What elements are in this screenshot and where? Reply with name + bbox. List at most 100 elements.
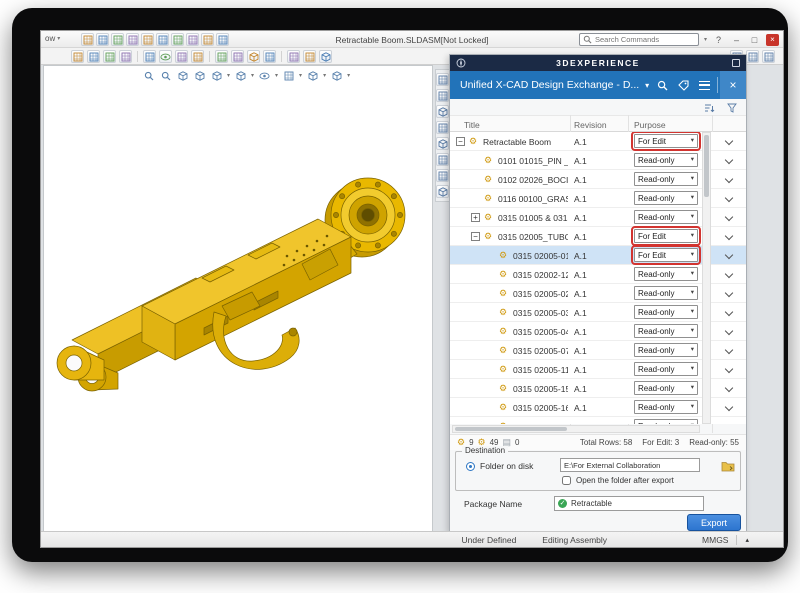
purpose-dropdown[interactable]: Read-only▾ xyxy=(634,362,698,376)
take-snapshot-icon[interactable] xyxy=(303,50,316,63)
units-selector[interactable]: MMGS xyxy=(702,535,728,545)
undo-icon[interactable] xyxy=(156,33,169,46)
section-view-icon[interactable] xyxy=(193,69,206,82)
design-library-icon[interactable] xyxy=(436,73,449,86)
display-style-icon[interactable] xyxy=(234,69,247,82)
vertical-scrollbar[interactable] xyxy=(702,132,711,424)
row-details-chevron-icon[interactable] xyxy=(725,213,733,221)
search-icon[interactable] xyxy=(652,71,673,99)
row-details-chevron-icon[interactable] xyxy=(725,346,733,354)
help-icon[interactable]: ? xyxy=(712,34,725,46)
package-name-input[interactable]: ✓ Retractable xyxy=(554,496,704,511)
row-details-chevron-icon[interactable] xyxy=(725,403,733,411)
purpose-dropdown[interactable]: For Edit▾ xyxy=(634,248,698,262)
instant3d-icon[interactable] xyxy=(263,50,276,63)
row-details-chevron-icon[interactable] xyxy=(725,365,733,373)
minimize-button[interactable]: – xyxy=(730,34,743,46)
purpose-dropdown[interactable]: Read-only▾ xyxy=(634,343,698,357)
cad-model[interactable] xyxy=(44,66,434,532)
3dexperience-icon[interactable] xyxy=(436,185,449,198)
purpose-dropdown[interactable]: Read-only▾ xyxy=(634,210,698,224)
menu-icon[interactable] xyxy=(694,71,715,99)
restore-button[interactable]: □ xyxy=(748,34,761,46)
tree-expand-toggle[interactable]: + xyxy=(471,213,480,222)
linear-pattern-icon[interactable] xyxy=(103,50,116,63)
hide-show-items-icon[interactable] xyxy=(258,69,271,82)
tags-icon[interactable] xyxy=(436,169,449,182)
custom-properties-icon[interactable] xyxy=(436,153,449,166)
chevron-down-icon[interactable]: ▾ xyxy=(645,81,649,90)
close-panel-icon[interactable]: × xyxy=(720,71,746,99)
smart-fasteners-icon[interactable] xyxy=(119,50,132,63)
purpose-dropdown[interactable]: Read-only▾ xyxy=(634,419,698,424)
new-motion-study-icon[interactable] xyxy=(215,50,228,63)
assembly-features-icon[interactable] xyxy=(175,50,188,63)
exploded-view-icon[interactable] xyxy=(247,50,260,63)
back-icon[interactable] xyxy=(81,33,94,46)
show-hidden-components-icon[interactable] xyxy=(159,50,172,63)
column-revision[interactable]: Revision xyxy=(574,120,607,130)
bill-of-materials-icon[interactable] xyxy=(231,50,244,63)
folder-on-disk-radio[interactable] xyxy=(466,462,475,471)
scene-illumination-icon[interactable] xyxy=(436,137,449,150)
purpose-dropdown[interactable]: For Edit▾ xyxy=(634,229,698,243)
chevron-down-icon[interactable]: ▾ xyxy=(299,72,302,79)
tree-collapse-toggle[interactable]: − xyxy=(456,137,465,146)
row-details-chevron-icon[interactable] xyxy=(725,289,733,297)
options-icon[interactable] xyxy=(216,33,229,46)
purpose-dropdown[interactable]: For Edit▾ xyxy=(634,134,698,148)
previous-view-icon[interactable] xyxy=(176,69,189,82)
search-commands-input[interactable] xyxy=(595,35,687,44)
zoom-area-icon[interactable] xyxy=(159,69,172,82)
row-details-chevron-icon[interactable] xyxy=(725,308,733,316)
move-component-icon[interactable] xyxy=(143,50,156,63)
row-details-chevron-icon[interactable] xyxy=(725,422,733,424)
appearances-icon[interactable] xyxy=(436,121,449,134)
column-title[interactable]: Title xyxy=(464,120,480,130)
chevron-down-icon[interactable]: ▾ xyxy=(323,72,326,79)
select-icon[interactable] xyxy=(186,33,199,46)
row-details-chevron-icon[interactable] xyxy=(725,384,733,392)
purpose-dropdown[interactable]: Read-only▾ xyxy=(634,172,698,186)
save-icon[interactable] xyxy=(126,33,139,46)
large-design-review-icon[interactable] xyxy=(319,50,332,63)
row-details-chevron-icon[interactable] xyxy=(725,251,733,259)
print-icon[interactable] xyxy=(141,33,154,46)
row-details-chevron-icon[interactable] xyxy=(725,327,733,335)
purpose-dropdown[interactable]: Read-only▾ xyxy=(634,381,698,395)
purpose-dropdown[interactable]: Read-only▾ xyxy=(634,305,698,319)
export-button[interactable]: Export xyxy=(687,514,741,531)
filter-icon[interactable] xyxy=(725,101,738,114)
column-purpose[interactable]: Purpose xyxy=(634,120,666,130)
row-details-chevron-icon[interactable] xyxy=(725,137,733,145)
purpose-dropdown[interactable]: Read-only▾ xyxy=(634,286,698,300)
file-explorer-icon[interactable] xyxy=(436,89,449,102)
scrollbar-thumb[interactable] xyxy=(704,135,709,197)
redo-icon[interactable] xyxy=(171,33,184,46)
chevron-down-icon[interactable]: ▾ xyxy=(347,72,350,79)
browse-folder-icon[interactable] xyxy=(721,459,735,477)
chevron-down-icon[interactable]: ▾ xyxy=(227,72,230,79)
row-details-chevron-icon[interactable] xyxy=(725,270,733,278)
chevron-down-icon[interactable]: ▾ xyxy=(251,72,254,79)
open-icon[interactable] xyxy=(111,33,124,46)
purpose-dropdown[interactable]: Read-only▾ xyxy=(634,324,698,338)
help-panel-icon[interactable] xyxy=(746,50,759,63)
search-box[interactable] xyxy=(579,33,699,46)
view-orientation-icon[interactable] xyxy=(210,69,223,82)
task-pane-caret-icon[interactable]: ▴ xyxy=(745,536,749,544)
update-icon[interactable] xyxy=(287,50,300,63)
close-button[interactable]: × xyxy=(766,34,779,46)
tag-icon[interactable] xyxy=(673,71,694,99)
row-details-chevron-icon[interactable] xyxy=(725,175,733,183)
rebuild-icon[interactable] xyxy=(201,33,214,46)
graphics-viewport[interactable]: ▾ ▾ ▾ ▾ ▾ ▾ xyxy=(43,65,433,532)
panel-collapse-icon[interactable] xyxy=(732,59,740,67)
purpose-dropdown[interactable]: Read-only▾ xyxy=(634,153,698,167)
menu-fragment[interactable]: ow ▾ xyxy=(45,34,60,43)
sort-icon[interactable] xyxy=(703,101,716,114)
tree-collapse-toggle[interactable]: − xyxy=(471,232,480,241)
apply-scene-icon[interactable] xyxy=(306,69,319,82)
chevron-down-icon[interactable]: ▾ xyxy=(275,72,278,79)
zoom-fit-icon[interactable] xyxy=(142,69,155,82)
